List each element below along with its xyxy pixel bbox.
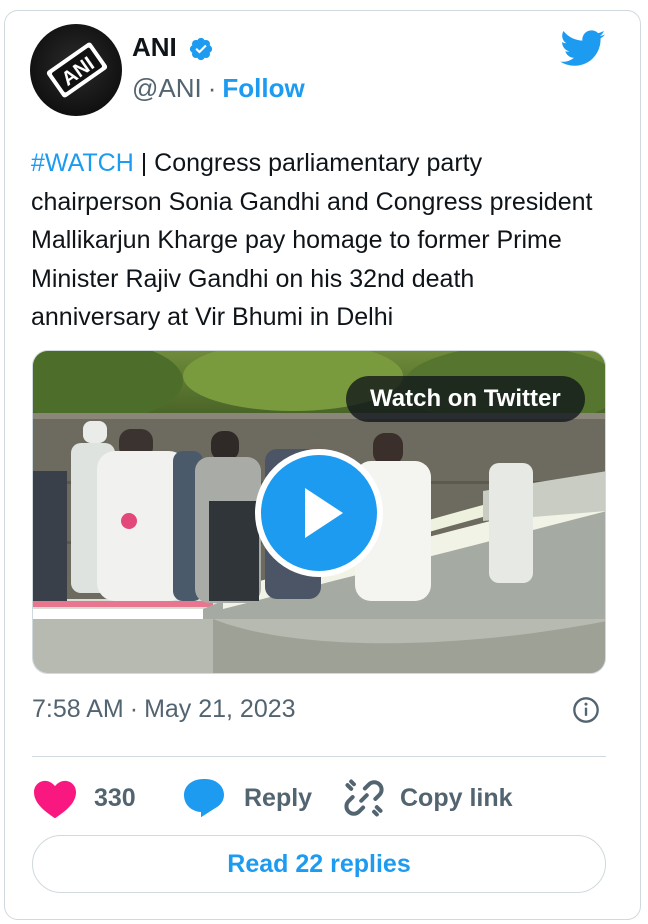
reply-bubble-icon <box>184 779 224 818</box>
tweet-date: May 21, 2023 <box>144 695 296 723</box>
read-replies-button[interactable]: Read 22 replies <box>32 835 606 893</box>
tweet-text: #WATCH | Congress parliamentary party ch… <box>31 144 601 337</box>
video-thumbnail[interactable]: Watch on Twitter <box>32 350 606 674</box>
watch-on-twitter-button[interactable]: Watch on Twitter <box>346 376 585 422</box>
tweet-time: 7:58 AM <box>32 695 124 723</box>
action-bar: 330 Reply Copy link <box>0 770 648 826</box>
info-icon[interactable] <box>572 696 600 724</box>
verified-badge-icon <box>189 37 213 61</box>
like-count: 330 <box>94 783 136 812</box>
play-button[interactable] <box>255 449 383 577</box>
account-handle[interactable]: @ANI <box>132 73 202 103</box>
copy-link-button[interactable]: Copy link <box>342 770 513 826</box>
divider <box>32 756 606 757</box>
heart-icon <box>34 780 76 819</box>
account-name[interactable]: ANI <box>132 32 177 62</box>
handle-separator: · <box>207 73 217 103</box>
link-icon <box>344 779 384 817</box>
ani-logo: ANI <box>46 42 108 98</box>
twitter-bird-icon[interactable] <box>560 30 606 68</box>
handle-row: @ANI · Follow <box>132 72 305 104</box>
copy-link-label: Copy link <box>400 783 513 812</box>
reply-label: Reply <box>244 783 313 812</box>
reply-button[interactable]: Reply <box>180 770 312 826</box>
tweet-timestamp[interactable]: 7:58 AM · May 21, 2023 <box>32 693 296 725</box>
follow-button[interactable]: Follow <box>222 73 304 103</box>
hashtag-link[interactable]: #WATCH <box>31 149 134 177</box>
avatar[interactable]: ANI <box>30 24 122 116</box>
timestamp-separator: · <box>129 695 139 723</box>
play-icon <box>305 488 343 538</box>
like-button[interactable]: 330 <box>32 770 136 826</box>
